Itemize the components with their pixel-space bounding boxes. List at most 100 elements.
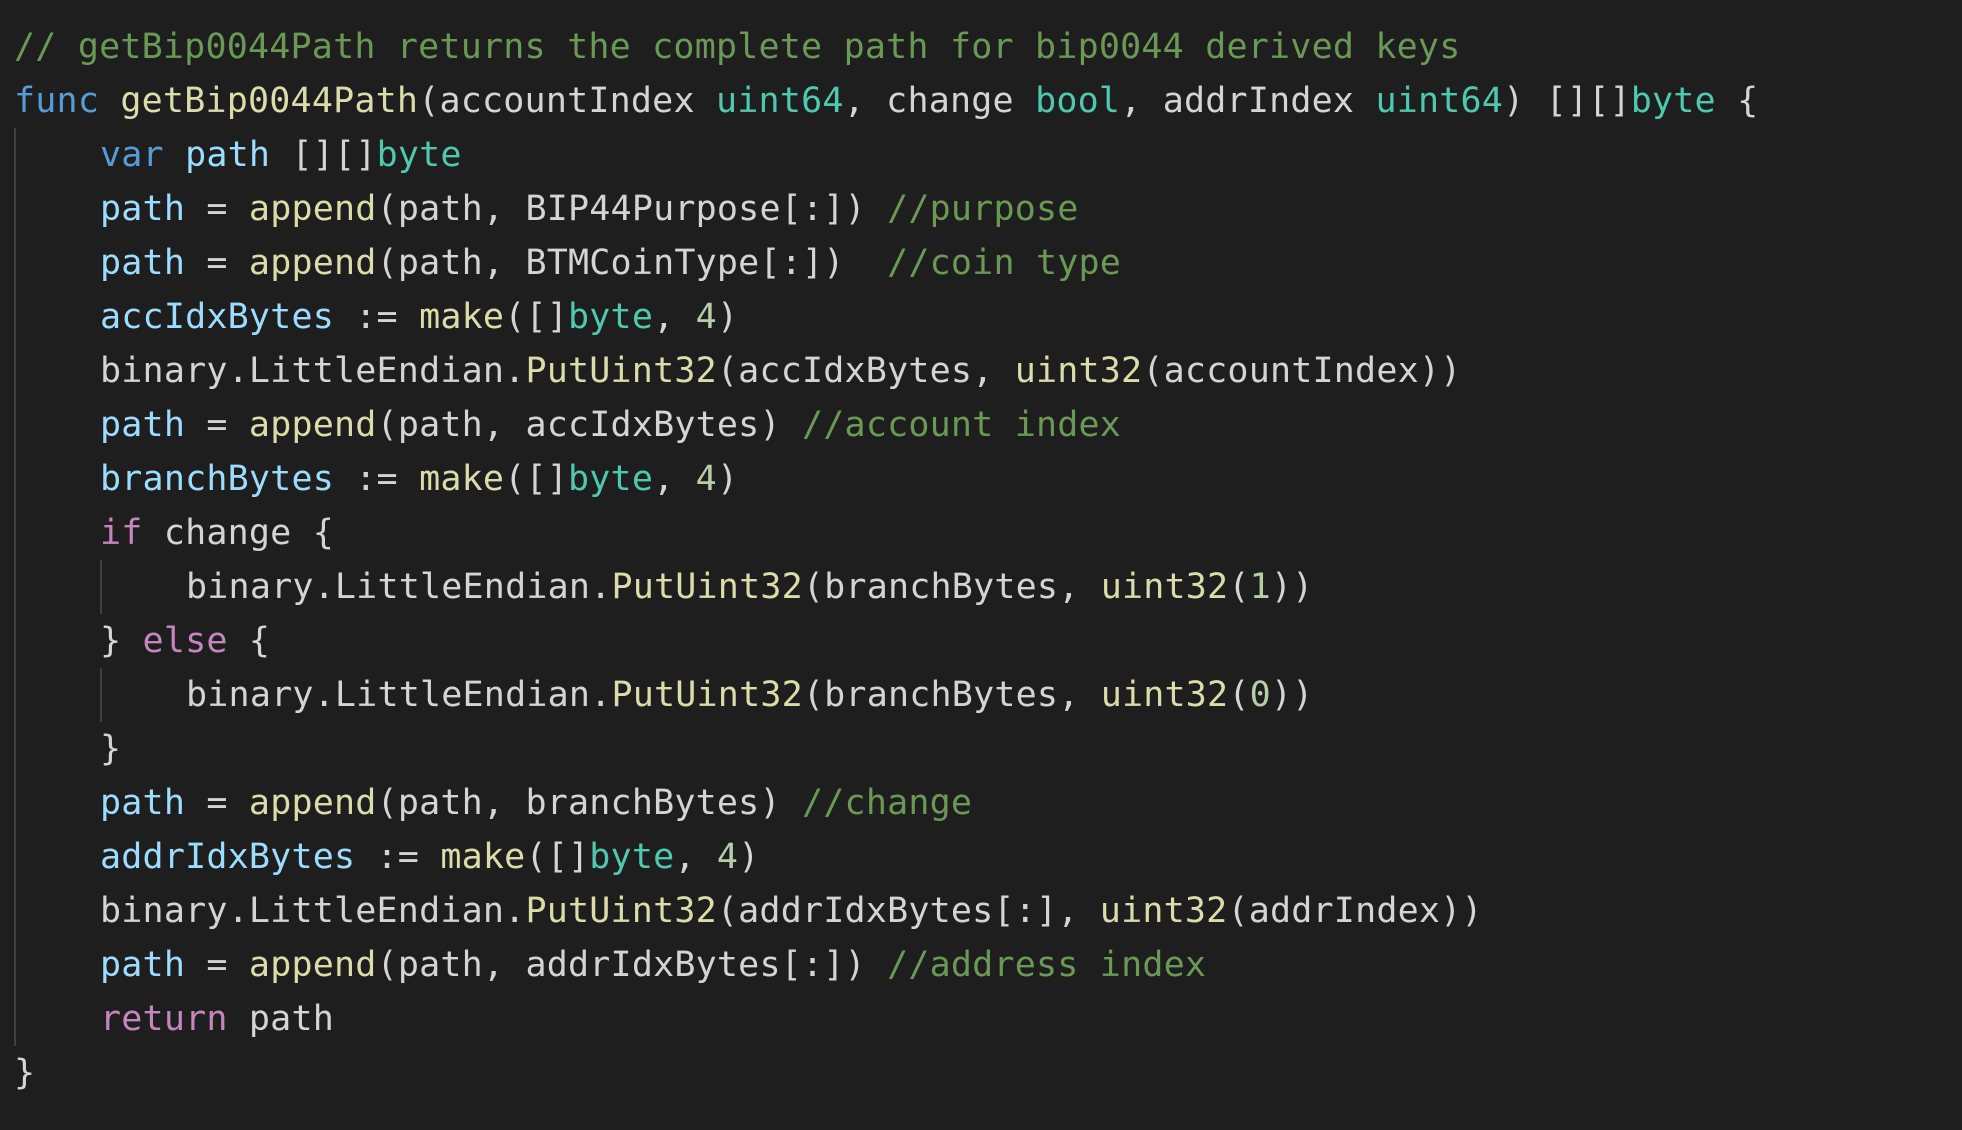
code-token-number: 0 bbox=[1249, 675, 1271, 715]
code-token-number: 4 bbox=[695, 459, 717, 499]
indent-guide bbox=[14, 128, 16, 182]
code-token-text: binary.LittleEndian. bbox=[186, 675, 612, 715]
code-token-function: make bbox=[419, 459, 505, 499]
code-line[interactable]: binary.LittleEndian.PutUint32(branchByte… bbox=[14, 668, 1954, 722]
code-line[interactable]: binary.LittleEndian.PutUint32(addrIdxByt… bbox=[14, 884, 1954, 938]
code-token-text: binary.LittleEndian. bbox=[100, 891, 526, 931]
code-token-text: (accountIndex)) bbox=[1142, 351, 1462, 391]
code-token-text: , bbox=[674, 837, 717, 877]
indent-guide bbox=[14, 722, 16, 776]
indent-guide bbox=[14, 668, 16, 722]
code-token-number: 4 bbox=[695, 297, 717, 337]
code-token-text: { bbox=[1715, 81, 1759, 121]
code-token-comment: //coin type bbox=[887, 243, 1122, 283]
code-token-text: = bbox=[185, 945, 249, 985]
code-token-type: uint64 bbox=[1375, 81, 1504, 121]
code-token-type: byte bbox=[568, 459, 654, 499]
code-line[interactable]: func getBip0044Path(accountIndex uint64,… bbox=[14, 74, 1954, 128]
code-token-text: ([] bbox=[504, 459, 569, 499]
code-token-variable: path bbox=[100, 405, 186, 445]
code-editor[interactable]: // getBip0044Path returns the complete p… bbox=[0, 0, 1962, 1130]
code-token-type: byte bbox=[568, 297, 654, 337]
code-token-text: (accountIndex bbox=[418, 81, 716, 121]
code-line[interactable]: binary.LittleEndian.PutUint32(branchByte… bbox=[14, 560, 1954, 614]
code-line[interactable]: path = append(path, BTMCoinType[:]) //co… bbox=[14, 236, 1954, 290]
code-token-text: (path, accIdxBytes) bbox=[376, 405, 802, 445]
code-line[interactable]: branchBytes := make([]byte, 4) bbox=[14, 452, 1954, 506]
code-token-function: PutUint32 bbox=[525, 891, 717, 931]
code-token-function: make bbox=[419, 297, 505, 337]
code-token-text: )) bbox=[1270, 567, 1314, 607]
code-line[interactable]: } bbox=[14, 722, 1954, 776]
code-token-control: if bbox=[100, 513, 143, 553]
code-token-text: path bbox=[227, 999, 334, 1039]
code-token-text: } bbox=[100, 729, 122, 769]
code-token-text: (addrIdxBytes[:], bbox=[716, 891, 1100, 931]
code-token-text: = bbox=[185, 189, 249, 229]
code-area[interactable]: // getBip0044Path returns the complete p… bbox=[14, 20, 1954, 1100]
code-token-keyword: func bbox=[14, 81, 100, 121]
code-token-comment: //account index bbox=[802, 405, 1122, 445]
code-line[interactable]: addrIdxBytes := make([]byte, 4) bbox=[14, 830, 1954, 884]
indent-guide bbox=[14, 776, 16, 830]
code-token-function: PutUint32 bbox=[611, 675, 803, 715]
code-line[interactable]: return path bbox=[14, 992, 1954, 1046]
code-token-comment: //purpose bbox=[887, 189, 1079, 229]
code-token-text: ( bbox=[1228, 675, 1250, 715]
code-line[interactable]: path = append(path, addrIdxBytes[:]) //a… bbox=[14, 938, 1954, 992]
code-token-control: else bbox=[142, 621, 228, 661]
code-token-function: uint32 bbox=[1014, 351, 1143, 391]
code-token-text: (path, BIP44Purpose[:]) bbox=[376, 189, 888, 229]
code-token-text: (addrIndex)) bbox=[1227, 891, 1483, 931]
code-line[interactable]: if change { bbox=[14, 506, 1954, 560]
code-token-text: binary.LittleEndian. bbox=[186, 567, 612, 607]
code-token-control: return bbox=[100, 999, 228, 1039]
code-token-text: := bbox=[334, 297, 420, 337]
code-token-function: PutUint32 bbox=[525, 351, 717, 391]
code-token-function: uint32 bbox=[1100, 567, 1229, 607]
code-token-text: , change bbox=[843, 81, 1036, 121]
indent-guide bbox=[14, 452, 16, 506]
code-line[interactable]: } else { bbox=[14, 614, 1954, 668]
code-line[interactable]: binary.LittleEndian.PutUint32(accIdxByte… bbox=[14, 344, 1954, 398]
code-token-text: (branchBytes, bbox=[802, 567, 1101, 607]
code-token-text: = bbox=[185, 405, 249, 445]
code-token-function: append bbox=[248, 405, 377, 445]
code-line[interactable]: path = append(path, BIP44Purpose[:]) //p… bbox=[14, 182, 1954, 236]
code-token-type: uint64 bbox=[716, 81, 844, 121]
code-line[interactable]: path = append(path, accIdxBytes) //accou… bbox=[14, 398, 1954, 452]
code-token-type: byte bbox=[589, 837, 675, 877]
indent-guide bbox=[14, 290, 16, 344]
code-line[interactable]: path = append(path, branchBytes) //chang… bbox=[14, 776, 1954, 830]
code-token-keyword: var bbox=[100, 135, 164, 175]
code-token-number: 4 bbox=[716, 837, 739, 877]
code-line[interactable]: // getBip0044Path returns the complete p… bbox=[14, 20, 1954, 74]
code-token-function: PutUint32 bbox=[611, 567, 803, 607]
indent-guide bbox=[14, 992, 16, 1046]
code-token-function: append bbox=[248, 783, 377, 823]
code-token-text: )) bbox=[1270, 675, 1314, 715]
code-token-function: getBip0044Path bbox=[120, 81, 419, 121]
code-token-function: make bbox=[440, 837, 526, 877]
code-token-text: change { bbox=[142, 513, 334, 553]
code-token-text: { bbox=[227, 621, 271, 661]
code-token-text: } bbox=[100, 621, 143, 661]
indent-guide bbox=[14, 182, 16, 236]
indent-guide bbox=[100, 560, 102, 614]
code-line[interactable]: var path [][]byte bbox=[14, 128, 1954, 182]
code-token-text: = bbox=[185, 243, 249, 283]
code-token-function: uint32 bbox=[1099, 891, 1228, 931]
code-token-text: = bbox=[185, 783, 249, 823]
code-token-variable: path bbox=[100, 189, 186, 229]
code-token-number: 1 bbox=[1249, 567, 1271, 607]
indent-guide bbox=[14, 506, 16, 560]
code-token-function: append bbox=[248, 945, 377, 985]
code-line[interactable]: } bbox=[14, 1046, 1954, 1100]
code-token-text: ) bbox=[716, 459, 739, 499]
code-line[interactable]: accIdxBytes := make([]byte, 4) bbox=[14, 290, 1954, 344]
indent-guide bbox=[100, 668, 102, 722]
code-token-text: binary.LittleEndian. bbox=[100, 351, 526, 391]
code-token-comment: // getBip0044Path returns the complete p… bbox=[14, 27, 1461, 67]
code-token-text: (accIdxBytes, bbox=[716, 351, 1015, 391]
